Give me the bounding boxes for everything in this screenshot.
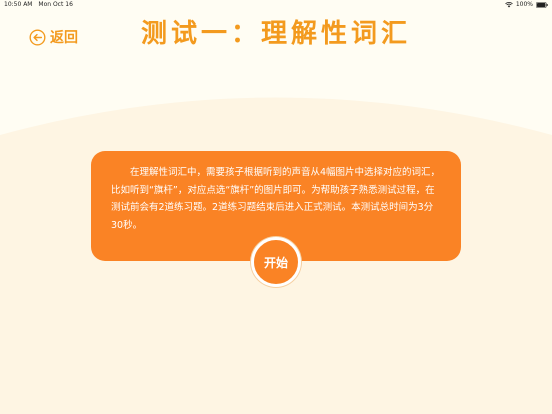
- status-bar: 10:50 AM Mon Oct 16 100%: [0, 0, 552, 10]
- start-button-label: 开始: [263, 255, 288, 270]
- page-title: 测试一：理解性词汇: [140, 19, 411, 49]
- status-time: 10:50 AM: [4, 1, 33, 8]
- status-left: 10:50 AM Mon Oct 16: [4, 0, 77, 10]
- battery-percentage: 100%: [515, 1, 533, 8]
- battery-icon: [536, 2, 548, 8]
- wifi-icon: [505, 2, 513, 8]
- app-screen: 10:50 AM Mon Oct 16 100% 返回 测试一：理解性词汇 在理…: [0, 0, 552, 414]
- start-button[interactable]: 开始: [251, 237, 301, 287]
- instruction-text: 在理解性词汇中，需要孩子根据听到的声音从4幅图片中选择对应的词汇，比如听到“旗杆…: [111, 167, 441, 231]
- status-right: 100%: [505, 0, 548, 10]
- status-date: Mon Oct 16: [38, 1, 73, 8]
